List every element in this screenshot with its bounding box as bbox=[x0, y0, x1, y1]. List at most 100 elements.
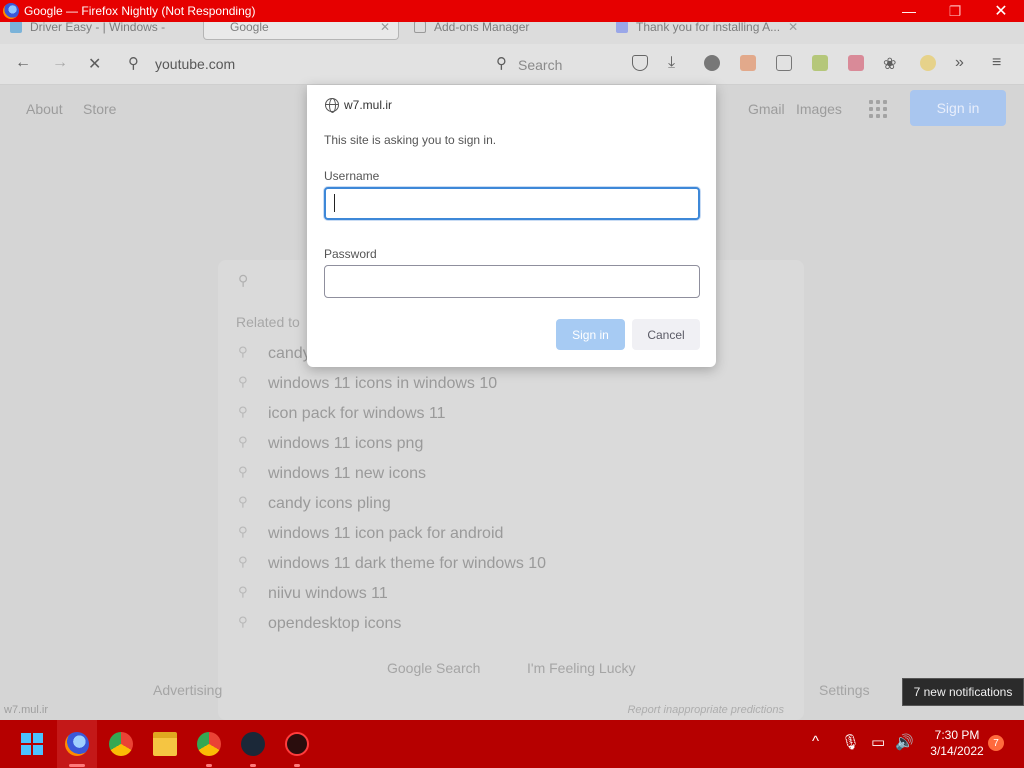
host-name: w7.mul.ir bbox=[344, 98, 393, 112]
settings-link[interactable]: Settings bbox=[819, 682, 870, 698]
paw-extension-icon[interactable]: ❀ bbox=[883, 54, 896, 74]
start-icon[interactable] bbox=[21, 733, 43, 755]
window-title: Google — Firefox Nightly (Not Responding… bbox=[24, 4, 256, 18]
extension-orange-icon[interactable] bbox=[740, 55, 756, 71]
suggestion-item[interactable]: icon pack for windows 11 bbox=[268, 405, 446, 423]
running-indicator bbox=[69, 764, 85, 767]
images-link[interactable]: Images bbox=[796, 101, 842, 117]
suggestion-item[interactable]: windows 11 dark theme for windows 10 bbox=[268, 555, 546, 573]
search-icon: ⚲ bbox=[238, 554, 248, 569]
taskbar: ^ 🎙 ▭ 🔊 7:30 PM 3/14/2022 bbox=[0, 720, 1024, 768]
microphone-icon[interactable]: 🎙 bbox=[841, 733, 860, 751]
chevron-up-icon[interactable]: ^ bbox=[812, 733, 819, 750]
sign-in-dialog: w7.mul.ir This site is asking you to sig… bbox=[307, 85, 716, 367]
chrome-icon[interactable] bbox=[197, 732, 221, 756]
report-predictions-link[interactable]: Report inappropriate predictions bbox=[627, 704, 784, 716]
puzzle-icon bbox=[414, 22, 426, 33]
maximize-button[interactable]: ❐ bbox=[932, 0, 978, 22]
downloads-icon[interactable]: ⤓ bbox=[668, 54, 675, 72]
notification-badge[interactable]: 7 bbox=[988, 735, 1004, 751]
about-link[interactable]: About bbox=[26, 101, 63, 117]
tab-thank-you[interactable]: Thank you for installing A... ✕ bbox=[616, 22, 798, 40]
username-label: Username bbox=[324, 169, 380, 183]
volume-icon[interactable]: 🔊 bbox=[895, 733, 914, 751]
dialog-message: This site is asking you to sign in. bbox=[324, 133, 497, 147]
dialog-host: w7.mul.ir bbox=[325, 98, 393, 113]
status-url: w7.mul.ir bbox=[4, 704, 49, 716]
extension-hd-icon[interactable] bbox=[848, 55, 864, 71]
window-titlebar: Google — Firefox Nightly (Not Responding… bbox=[0, 0, 1024, 22]
search-icon: ⚲ bbox=[496, 55, 507, 72]
suggestion-item[interactable]: windows 11 icons png bbox=[268, 435, 423, 453]
suggestion-item[interactable]: windows 11 new icons bbox=[268, 465, 426, 483]
search-icon: ⚲ bbox=[238, 584, 248, 599]
url-bar[interactable]: youtube.com bbox=[155, 56, 235, 72]
firefox-nightly-logo-icon bbox=[3, 3, 19, 19]
extension-square-icon[interactable] bbox=[776, 55, 792, 71]
running-indicator bbox=[250, 764, 256, 767]
sign-in-button[interactable]: Sign in bbox=[556, 319, 625, 350]
clock-date: 3/14/2022 bbox=[930, 744, 984, 758]
suggestion-item[interactable]: candy icons pling bbox=[268, 495, 391, 513]
suggestion-item[interactable]: opendesktop icons bbox=[268, 615, 401, 633]
file-explorer-icon[interactable] bbox=[153, 732, 177, 756]
search-icon: ⚲ bbox=[238, 614, 248, 629]
notification-tooltip: 7 new notifications bbox=[902, 678, 1024, 706]
globe-icon bbox=[325, 98, 339, 113]
extension-green-icon[interactable] bbox=[812, 55, 828, 71]
cancel-button[interactable]: Cancel bbox=[632, 319, 700, 350]
tab-addons-manager[interactable]: Add-ons Manager bbox=[414, 22, 529, 40]
close-tab-icon[interactable]: ✕ bbox=[380, 22, 390, 34]
firefox-nightly-icon[interactable] bbox=[65, 732, 89, 756]
search-icon: ⚲ bbox=[238, 524, 248, 539]
google-search-button[interactable]: Google Search bbox=[387, 660, 480, 676]
chrome-icon[interactable] bbox=[109, 732, 133, 756]
tab-label: Google bbox=[230, 22, 269, 34]
url-search-icon: ⚲ bbox=[128, 55, 139, 72]
clock-time: 7:30 PM bbox=[934, 728, 980, 742]
suggestion-item[interactable]: windows 11 icon pack for android bbox=[268, 525, 503, 543]
steam-icon[interactable] bbox=[241, 732, 265, 756]
feeling-lucky-button[interactable]: I'm Feeling Lucky bbox=[527, 660, 636, 676]
search-icon: ⚲ bbox=[238, 344, 248, 359]
extension-yellow-icon[interactable] bbox=[920, 55, 936, 71]
close-window-button[interactable]: ✕ bbox=[978, 0, 1024, 22]
close-tab-icon[interactable]: ✕ bbox=[788, 22, 798, 34]
tab-strip: Driver Easy - | Windows - Google ✕ Add-o… bbox=[0, 22, 1024, 44]
tab-google[interactable]: Google ✕ bbox=[203, 22, 399, 40]
gmail-link[interactable]: Gmail bbox=[748, 101, 785, 117]
google-sign-in-button[interactable]: Sign in bbox=[910, 90, 1006, 126]
minimize-button[interactable]: — bbox=[886, 0, 932, 22]
forward-arrow-icon[interactable]: → bbox=[52, 54, 68, 72]
back-arrow-icon[interactable]: ← bbox=[15, 54, 31, 72]
username-field[interactable] bbox=[324, 187, 700, 220]
app-icon[interactable] bbox=[285, 732, 309, 756]
stop-loading-icon[interactable]: ✕ bbox=[88, 54, 101, 74]
search-icon: ⚲ bbox=[238, 374, 248, 389]
hamburger-menu-icon[interactable]: ≡ bbox=[992, 54, 1001, 72]
suggestion-item[interactable]: candy bbox=[268, 345, 311, 363]
network-icon[interactable]: ▭ bbox=[871, 733, 885, 751]
running-indicator bbox=[294, 764, 300, 767]
tab-label: Thank you for installing A... bbox=[636, 22, 781, 34]
related-label: Related to bbox=[236, 314, 300, 330]
pocket-icon[interactable] bbox=[632, 55, 648, 71]
extension-c-icon[interactable] bbox=[704, 55, 720, 71]
suggestion-item[interactable]: niivu windows 11 bbox=[268, 585, 388, 603]
tab-driver-easy[interactable]: Driver Easy - | Windows - bbox=[10, 22, 165, 40]
tab-label: Add-ons Manager bbox=[434, 22, 530, 34]
password-field[interactable] bbox=[324, 265, 700, 298]
search-icon: ⚲ bbox=[238, 272, 249, 288]
search-icon: ⚲ bbox=[238, 404, 248, 419]
store-link[interactable]: Store bbox=[83, 101, 116, 117]
clock[interactable]: 7:30 PM 3/14/2022 bbox=[918, 727, 996, 759]
overflow-menu-icon[interactable]: » bbox=[955, 54, 964, 72]
search-icon: ⚲ bbox=[238, 464, 248, 479]
suggestion-item[interactable]: windows 11 icons in windows 10 bbox=[268, 375, 497, 393]
driver-easy-favicon-icon bbox=[10, 22, 22, 33]
text-caret bbox=[334, 194, 335, 212]
search-box[interactable]: Search bbox=[518, 57, 562, 73]
google-apps-icon[interactable] bbox=[869, 100, 887, 118]
navigation-toolbar: ← → ✕ ⚲ youtube.com ⚲ Search ⤓ ❀ » ≡ bbox=[0, 44, 1024, 85]
advertising-link[interactable]: Advertising bbox=[153, 682, 222, 698]
